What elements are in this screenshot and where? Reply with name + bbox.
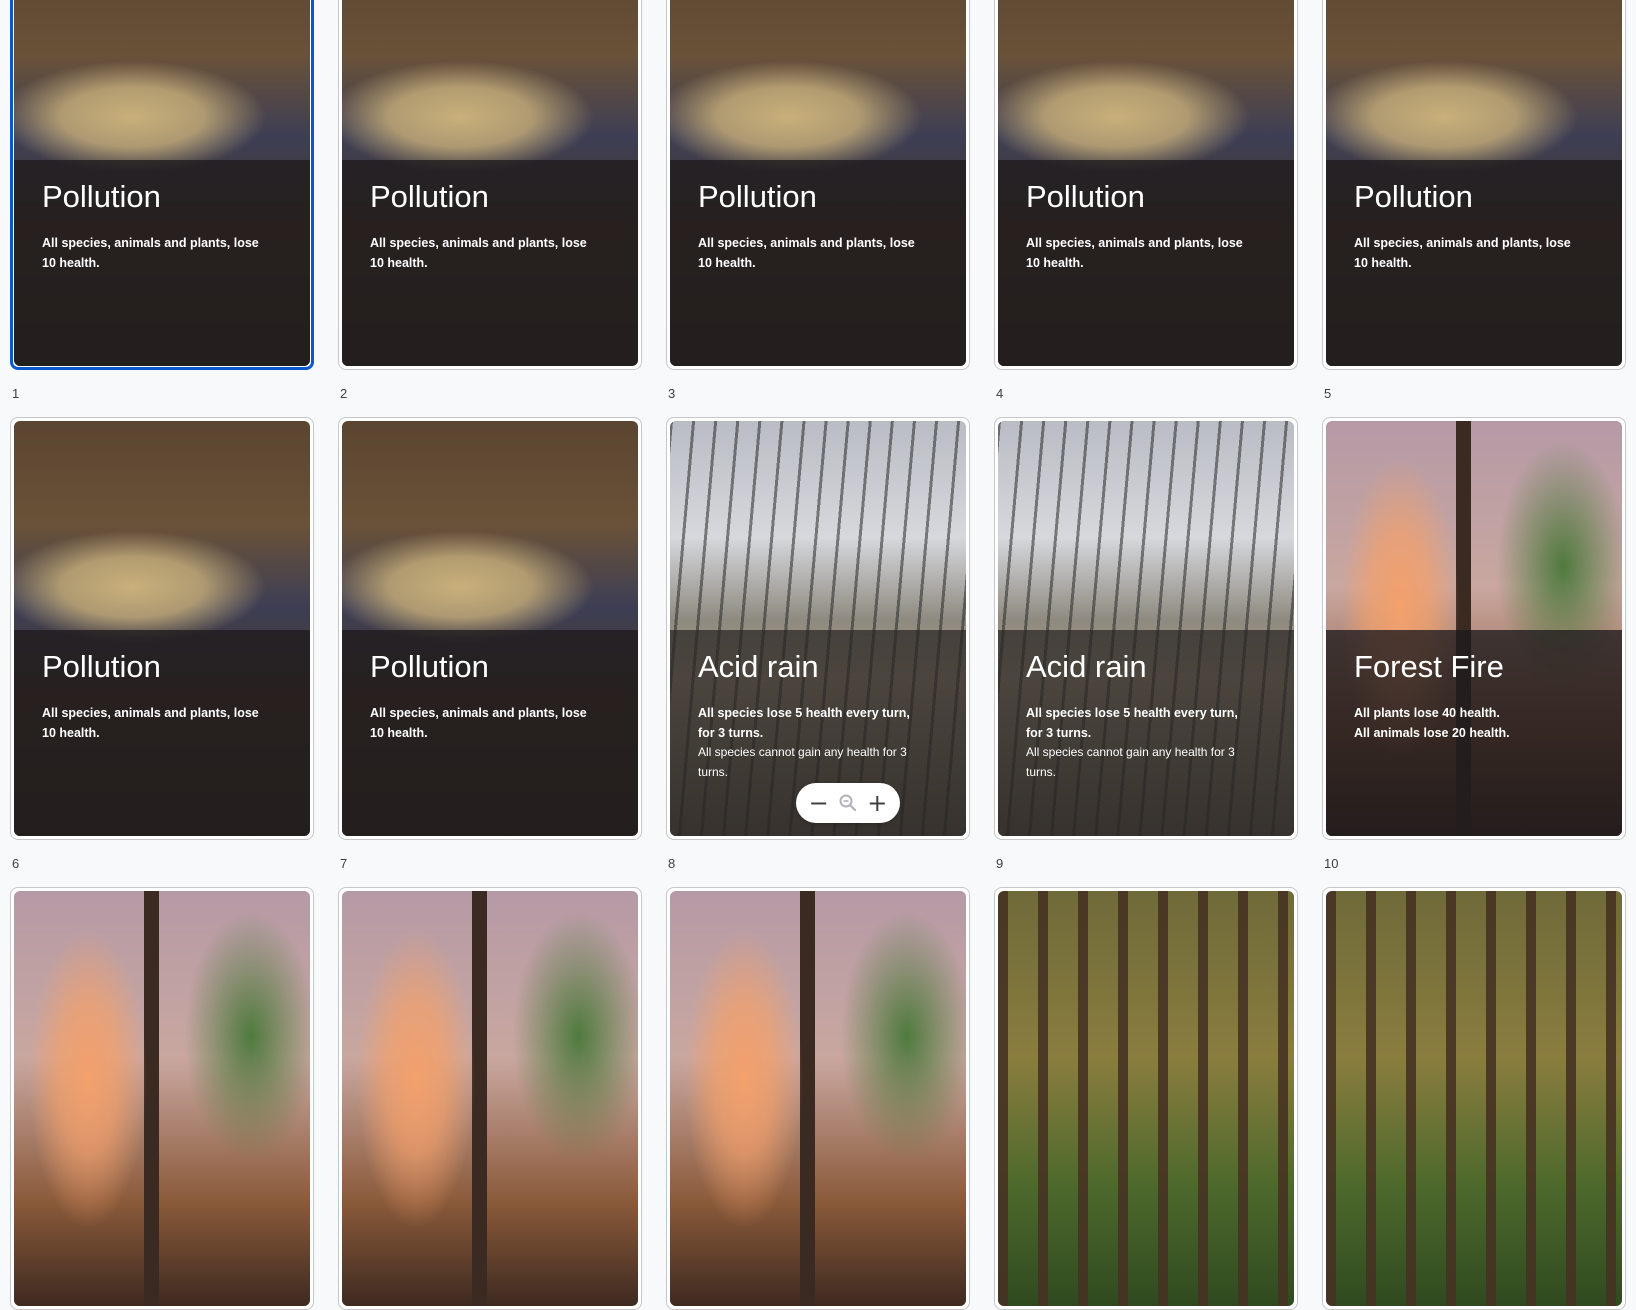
slide-image: Pollution All species, animals and plants… — [1326, 0, 1622, 366]
slide-card[interactable]: Pollution All species, animals and plants… — [10, 417, 314, 840]
slide-thumbnail[interactable] — [994, 887, 1298, 1310]
slide-card[interactable]: Acid rain All species lose 5 health every… — [994, 417, 1298, 840]
slide-body: All species, animals and plants, lose 10… — [42, 234, 267, 273]
slide-number: 2 — [340, 386, 348, 401]
slide-body: All species, animals and plants, lose 10… — [370, 704, 595, 743]
slide-body: All plants lose 40 health. All animals lo… — [1354, 704, 1579, 743]
slide-number: 8 — [668, 856, 676, 871]
slide-image: Acid rain All species lose 5 health every… — [670, 421, 966, 836]
plus-icon: + — [867, 789, 888, 817]
slide-number: 6 — [12, 856, 20, 871]
slide-image — [1326, 891, 1622, 1306]
slide-number: 9 — [996, 856, 1004, 871]
slide-body: All species, animals and plants, lose 10… — [1026, 234, 1251, 273]
slide-title: Forest Fire — [1354, 649, 1504, 684]
slide-number: 3 — [668, 386, 676, 401]
slide-card[interactable] — [1322, 887, 1626, 1310]
slide-image: Pollution All species, animals and plants… — [670, 0, 966, 366]
slide-title: Acid rain — [1026, 649, 1147, 684]
minus-icon: − — [808, 789, 829, 817]
slide-body-line: All species, animals and plants, lose 10… — [698, 236, 915, 270]
slide-body-line: All species lose 5 health every turn, fo… — [698, 706, 910, 740]
slide-thumbnail[interactable]: Pollution All species, animals and plants… — [994, 0, 1298, 401]
slide-body: All species, animals and plants, lose 10… — [370, 234, 595, 273]
slide-card[interactable] — [10, 887, 314, 1310]
slide-body-line: All animals lose 20 health. — [1354, 725, 1510, 740]
slide-thumbnail[interactable]: Acid rain All species lose 5 health every… — [666, 417, 970, 871]
slide-body: All species lose 5 health every turn, fo… — [1026, 704, 1251, 782]
slide-thumbnail[interactable]: Pollution All species, animals and plants… — [338, 417, 642, 871]
slide-number: 1 — [12, 386, 20, 401]
slide-card[interactable]: Forest Fire All plants lose 40 health. All… — [1322, 417, 1626, 840]
slide-body-line: All species, animals and plants, lose 10… — [42, 706, 259, 740]
zoom-reset-button[interactable] — [834, 789, 862, 817]
slide-body-subline: All species cannot gain any health for 3… — [698, 745, 907, 779]
slide-card[interactable]: Pollution All species, animals and plants… — [994, 0, 1298, 370]
slide-thumbnail[interactable]: Acid rain All species lose 5 health every… — [994, 417, 1298, 871]
slide-thumbnail[interactable]: Pollution All species, animals and plants… — [338, 0, 642, 401]
slide-body-line: All plants lose 40 health. — [1354, 706, 1500, 720]
slide-title: Pollution — [1026, 179, 1145, 214]
slide-number: 5 — [1324, 386, 1332, 401]
slide-image: Pollution All species, animals and plants… — [14, 421, 310, 836]
slide-card[interactable]: Pollution All species, animals and plants… — [10, 0, 314, 370]
slide-body-line: All species lose 5 health every turn, fo… — [1026, 706, 1238, 740]
slide-thumbnail[interactable] — [666, 887, 970, 1310]
slide-title: Pollution — [370, 179, 489, 214]
zoom-controls: − + — [796, 783, 900, 823]
slide-card[interactable]: Pollution All species, animals and plants… — [666, 0, 970, 370]
slide-thumbnail[interactable] — [338, 887, 642, 1310]
slide-card[interactable]: Pollution All species, animals and plants… — [338, 0, 642, 370]
slide-title: Pollution — [42, 179, 161, 214]
slide-body: All species, animals and plants, lose 10… — [1354, 234, 1579, 273]
slide-number: 4 — [996, 386, 1004, 401]
slide-image — [670, 891, 966, 1306]
slide-body: All species, animals and plants, lose 10… — [698, 234, 923, 273]
slide-thumbnail[interactable] — [10, 887, 314, 1310]
slide-thumbnail[interactable]: Pollution All species, animals and plants… — [10, 0, 314, 401]
zoom-out-button[interactable]: − — [805, 789, 833, 817]
slide-title: Pollution — [42, 649, 161, 684]
slide-image: Pollution All species, animals and plants… — [342, 421, 638, 836]
slide-image — [998, 891, 1294, 1306]
slide-body: All species, animals and plants, lose 10… — [42, 704, 267, 743]
slide-thumbnail[interactable] — [1322, 887, 1626, 1310]
slide-title: Pollution — [370, 649, 489, 684]
slide-image: Acid rain All species lose 5 health every… — [998, 421, 1294, 836]
slide-image: Forest Fire All plants lose 40 health. All… — [1326, 421, 1622, 836]
slide-card[interactable] — [994, 887, 1298, 1310]
slide-thumbnail[interactable]: Pollution All species, animals and plants… — [1322, 0, 1626, 401]
slide-body-line: All species, animals and plants, lose 10… — [370, 706, 587, 740]
slide-card[interactable]: Pollution All species, animals and plants… — [338, 417, 642, 840]
slide-body-line: All species, animals and plants, lose 10… — [42, 236, 259, 270]
slide-title: Pollution — [1354, 179, 1473, 214]
slide-image: Pollution All species, animals and plants… — [998, 0, 1294, 366]
slide-thumbnail[interactable]: Pollution All species, animals and plants… — [666, 0, 970, 401]
slide-body-line: All species, animals and plants, lose 10… — [370, 236, 587, 270]
slide-image — [14, 891, 310, 1306]
slide-card[interactable]: Acid rain All species lose 5 health every… — [666, 417, 970, 840]
slide-body-subline: All species cannot gain any health for 3… — [1026, 745, 1235, 779]
slide-image — [342, 891, 638, 1306]
slide-card[interactable] — [666, 887, 970, 1310]
slide-body: All species lose 5 health every turn, fo… — [698, 704, 923, 782]
magnifier-icon — [839, 794, 857, 812]
slide-image: Pollution All species, animals and plants… — [14, 0, 310, 366]
zoom-in-button[interactable]: + — [863, 789, 891, 817]
slide-image: Pollution All species, animals and plants… — [342, 0, 638, 366]
slide-card[interactable]: Pollution All species, animals and plants… — [1322, 0, 1626, 370]
slide-number: 7 — [340, 856, 348, 871]
slide-title: Pollution — [698, 179, 817, 214]
slide-title: Acid rain — [698, 649, 819, 684]
slide-thumbnail[interactable]: Pollution All species, animals and plants… — [10, 417, 314, 871]
slide-number: 10 — [1324, 856, 1339, 871]
slide-body-line: All species, animals and plants, lose 10… — [1354, 236, 1571, 270]
slide-thumbnail[interactable]: Forest Fire All plants lose 40 health. All… — [1322, 417, 1626, 871]
slide-body-line: All species, animals and plants, lose 10… — [1026, 236, 1243, 270]
slide-card[interactable] — [338, 887, 642, 1310]
